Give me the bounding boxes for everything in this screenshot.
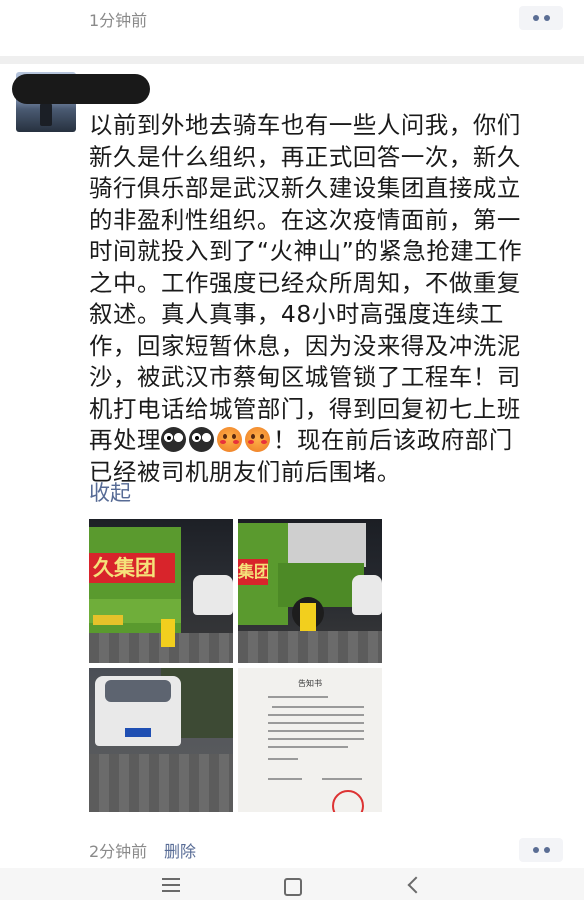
photo-truck-front[interactable]: 久集团 <box>89 519 233 663</box>
car-windshield <box>105 680 171 702</box>
document-text-line <box>268 746 348 748</box>
post-text: 以前到外地去骑车也有一些人问我，你们 新久是什么组织，再正式回答一次，新久 骑行… <box>89 110 549 488</box>
post-line: 作，回家短暂休息，因为没来得及冲洗泥 <box>89 331 521 360</box>
dot-icon <box>532 15 539 21</box>
back-icon[interactable] <box>407 876 425 894</box>
collapse-link[interactable]: 收起 <box>89 477 131 507</box>
timestamp: 1分钟前 <box>89 11 148 30</box>
delete-link[interactable]: 删除 <box>164 838 196 862</box>
document-text-line <box>268 714 364 716</box>
more-options-button[interactable] <box>519 838 563 862</box>
pavement <box>238 631 382 663</box>
document-text-line <box>268 738 364 740</box>
parked-car <box>193 575 233 615</box>
document-signature-line <box>268 778 302 780</box>
document-text-line <box>268 722 364 724</box>
dot-icon <box>543 15 550 21</box>
home-icon[interactable] <box>284 878 302 896</box>
license-plate <box>125 728 151 737</box>
post-divider <box>0 56 584 64</box>
post-line: 时间就投入到了“火神山”的紧急抢建工作 <box>89 237 523 265</box>
company-sign: 久集团 <box>89 553 175 583</box>
owl-emoji-icon <box>188 427 214 452</box>
previous-post-footer: 1分钟前 <box>0 0 584 40</box>
document-text-line <box>268 730 364 732</box>
post-line: 沙，被武汉市蔡甸区城管锁了工程车！司 <box>89 363 521 391</box>
photo-notice-document[interactable]: 告知书 <box>238 668 382 812</box>
timestamp: 2分钟前 <box>89 842 148 861</box>
post-line: 骑行俱乐部是武汉新久建设集团直接成立 <box>89 174 521 202</box>
post-line: 新久是什么组织，再正式回答一次，新久 <box>89 142 521 171</box>
photo-truck-side[interactable]: 集团 <box>238 519 382 663</box>
company-sign: 集团 <box>238 559 268 585</box>
menu-icon[interactable] <box>162 878 180 892</box>
post-line: 叙述。真人真事，48小时高强度连续工 <box>89 300 504 328</box>
post-line: 已经被司机朋友们前后围堵。 <box>89 457 401 486</box>
post-text-fragment: ！现在前后该政府部门 <box>272 426 513 454</box>
redacted-username[interactable] <box>12 74 150 104</box>
parked-car <box>352 575 382 615</box>
dot-icon <box>532 847 539 853</box>
official-seal <box>332 790 364 812</box>
system-nav-bar <box>0 868 584 900</box>
post-text-fragment: 再处理 <box>89 426 161 454</box>
post-line: 机打电话给城管部门，得到回复初七上班 <box>89 394 521 423</box>
more-options-button[interactable] <box>519 6 563 30</box>
flushed-emoji-icon <box>244 427 270 452</box>
license-plate <box>93 615 123 625</box>
photo-blocking-car[interactable] <box>89 668 233 812</box>
document-text-line <box>268 758 298 760</box>
post-line: 之中。工作强度已经众所周知，不做重复 <box>89 268 521 297</box>
document-text-line <box>272 706 364 708</box>
document-text-line <box>268 696 328 698</box>
document-signature-line <box>322 778 362 780</box>
post-line: 以前到外地去骑车也有一些人问我，你们 <box>89 111 521 139</box>
wheel-lock <box>161 619 175 647</box>
flushed-emoji-icon <box>216 427 242 452</box>
post-line-with-emoji: 再处理 ！现在前后该政府部门 <box>89 425 549 457</box>
document-title: 告知书 <box>298 679 322 688</box>
owl-emoji-icon <box>160 427 186 452</box>
post-line: 的非盈利性组织。在这次疫情面前，第一 <box>89 205 521 234</box>
dot-icon <box>543 847 550 853</box>
pavement <box>89 754 233 812</box>
